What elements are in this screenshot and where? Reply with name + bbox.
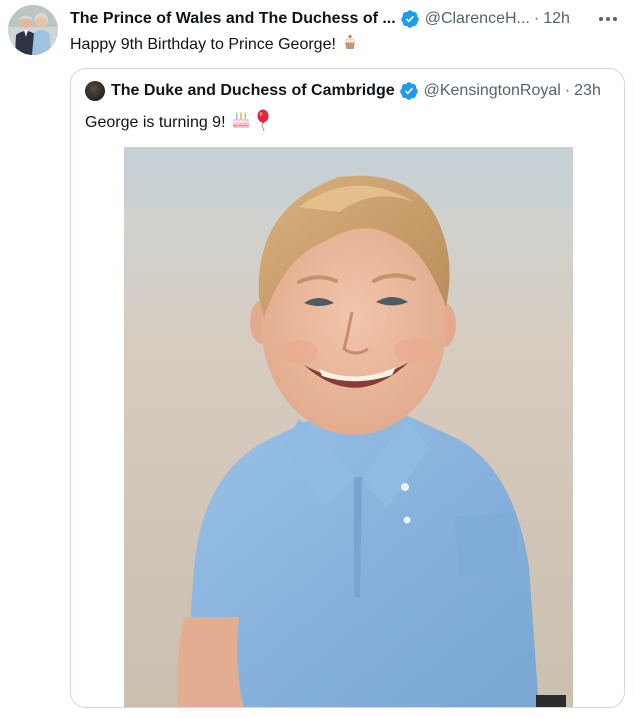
tweet-body: Happy 9th Birthday to Prince George!: [70, 33, 359, 57]
quoted-tweet[interactable]: The Duke and Duchess of Cambridge @Kensi…: [70, 68, 625, 708]
quoted-tweet-timestamp[interactable]: 23h: [574, 82, 601, 100]
separator-dot: ·: [564, 82, 571, 99]
tweet-timestamp[interactable]: 12h: [543, 10, 570, 28]
quoted-author-avatar[interactable]: [85, 81, 105, 101]
separator-dot: ·: [533, 10, 540, 27]
tweet-text: Happy 9th Birthday to Prince George!: [70, 36, 336, 53]
quoted-tweet-text: George is turning 9!: [85, 114, 226, 131]
verified-badge-icon: [399, 81, 419, 101]
cupcake-icon: [341, 33, 359, 57]
birthday-cake-icon: [231, 111, 251, 135]
author-name[interactable]: The Prince of Wales and The Duchess of .…: [70, 10, 396, 28]
more-options-icon[interactable]: [599, 8, 617, 30]
verified-badge-icon: [400, 9, 420, 29]
quoted-author-handle[interactable]: @KensingtonRoyal: [424, 82, 561, 100]
tweet-header: The Prince of Wales and The Duchess of .…: [70, 8, 625, 30]
author-handle[interactable]: @ClarenceH...: [425, 10, 530, 28]
quoted-tweet-body: George is turning 9!: [85, 109, 270, 137]
quoted-author-name[interactable]: The Duke and Duchess of Cambridge: [111, 82, 395, 100]
quoted-tweet-header: The Duke and Duchess of Cambridge @Kensi…: [85, 81, 601, 101]
tweet[interactable]: The Prince of Wales and The Duchess of .…: [0, 0, 635, 718]
balloon-icon: [256, 109, 270, 137]
tweet-photo[interactable]: [124, 147, 573, 707]
author-avatar[interactable]: [8, 5, 58, 55]
